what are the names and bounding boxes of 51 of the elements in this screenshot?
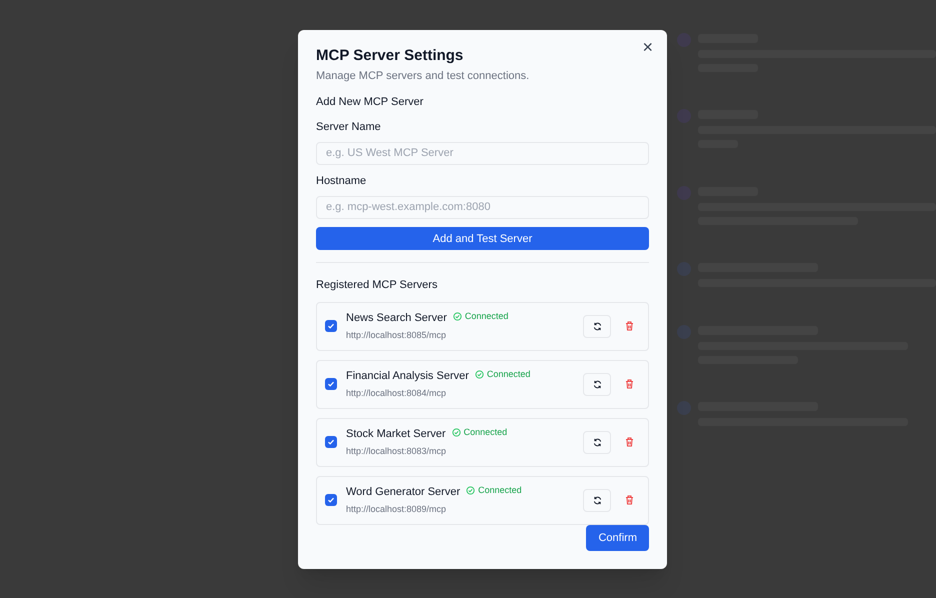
refresh-button[interactable]: [583, 314, 611, 338]
close-button[interactable]: ×: [642, 38, 653, 56]
refresh-icon: [592, 380, 602, 389]
confirm-button[interactable]: Confirm: [586, 525, 649, 551]
checkbox[interactable]: [325, 378, 337, 390]
delete-button[interactable]: [625, 321, 634, 332]
add-server-button[interactable]: Add and Test Server: [316, 227, 649, 250]
section-heading: Registered MCP Servers: [316, 278, 438, 294]
refresh-icon: [592, 322, 602, 331]
delete-button[interactable]: [625, 495, 634, 506]
server-name: News Search Server: [346, 311, 447, 326]
field-label: Hostname: [316, 174, 368, 190]
server-url: http://localhost:8089/mcp: [346, 502, 448, 516]
checkbox[interactable]: [325, 436, 337, 448]
refresh-icon: [592, 496, 602, 505]
delete-button[interactable]: [625, 379, 634, 390]
input-field[interactable]: e.g. mcp-west.example.com:8080: [316, 196, 649, 220]
check-circle-icon: [452, 428, 461, 438]
refresh-button[interactable]: [583, 488, 611, 512]
server-name: Word Generator Server: [346, 485, 460, 500]
refresh-button[interactable]: [583, 372, 611, 396]
check-circle-icon: [452, 312, 462, 322]
section-heading: Add New MCP Server: [316, 94, 424, 110]
dialog-title: MCP Server Settings: [316, 46, 464, 66]
checkbox[interactable]: [325, 320, 337, 332]
trash-icon: [625, 379, 634, 390]
refresh-icon: [592, 438, 602, 447]
check-icon: [327, 496, 335, 504]
server-url: http://localhost:8083/mcp: [346, 444, 448, 458]
status-text: Connected: [486, 368, 530, 381]
status-text: Connected: [464, 426, 508, 439]
refresh-button[interactable]: [583, 430, 611, 454]
checkbox[interactable]: [325, 494, 337, 506]
trash-icon: [625, 321, 634, 332]
server-name: Financial Analysis Server: [346, 369, 469, 384]
check-icon: [327, 438, 335, 446]
delete-button[interactable]: [625, 437, 634, 448]
field-label: Server Name: [316, 120, 382, 135]
check-icon: [327, 380, 335, 388]
status-text: Connected: [464, 310, 508, 323]
trash-icon: [625, 495, 634, 506]
check-icon: [327, 322, 335, 330]
server-url: http://localhost:8084/mcp: [346, 386, 448, 400]
check-circle-icon: [466, 486, 476, 496]
server-name: Stock Market Server: [346, 427, 446, 442]
dialog-description: Manage MCP servers and test connections.: [316, 69, 530, 84]
check-circle-icon: [474, 370, 484, 380]
trash-icon: [625, 437, 634, 448]
server-url: http://localhost:8085/mcp: [346, 328, 448, 342]
input-field[interactable]: e.g. US West MCP Server: [316, 142, 649, 166]
status-text: Connected: [478, 484, 522, 497]
